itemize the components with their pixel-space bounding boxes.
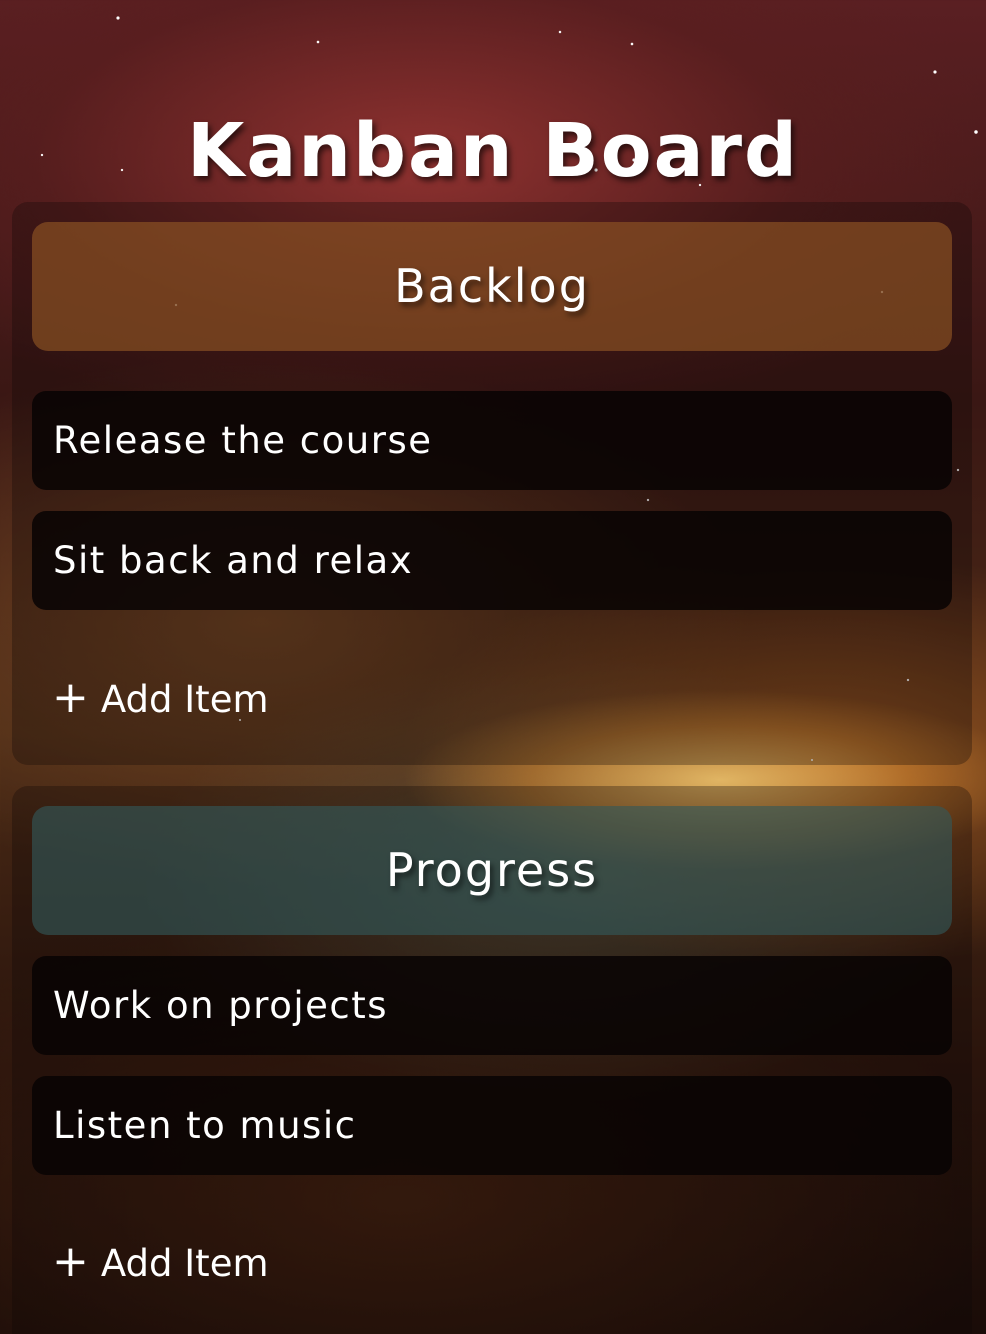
column-header-backlog[interactable]: Backlog: [32, 222, 952, 351]
column-header-progress[interactable]: Progress: [32, 806, 952, 935]
plus-icon: +: [52, 1236, 89, 1287]
add-item-label: Add Item: [100, 1242, 269, 1285]
column-progress: Progress Work on projects Listen to musi…: [12, 786, 972, 1334]
add-item-button-backlog[interactable]: + Add Item: [52, 670, 269, 730]
card-item[interactable]: Listen to music: [32, 1076, 952, 1175]
plus-icon: +: [52, 672, 89, 723]
card-item[interactable]: Release the course: [32, 391, 952, 490]
card-item[interactable]: Sit back and relax: [32, 511, 952, 610]
add-item-button-progress[interactable]: + Add Item: [52, 1234, 269, 1294]
column-backlog: Backlog Release the course Sit back and …: [12, 202, 972, 765]
board-title: Kanban Board: [187, 107, 799, 194]
add-item-label: Add Item: [100, 678, 269, 721]
card-item[interactable]: Work on projects: [32, 956, 952, 1055]
